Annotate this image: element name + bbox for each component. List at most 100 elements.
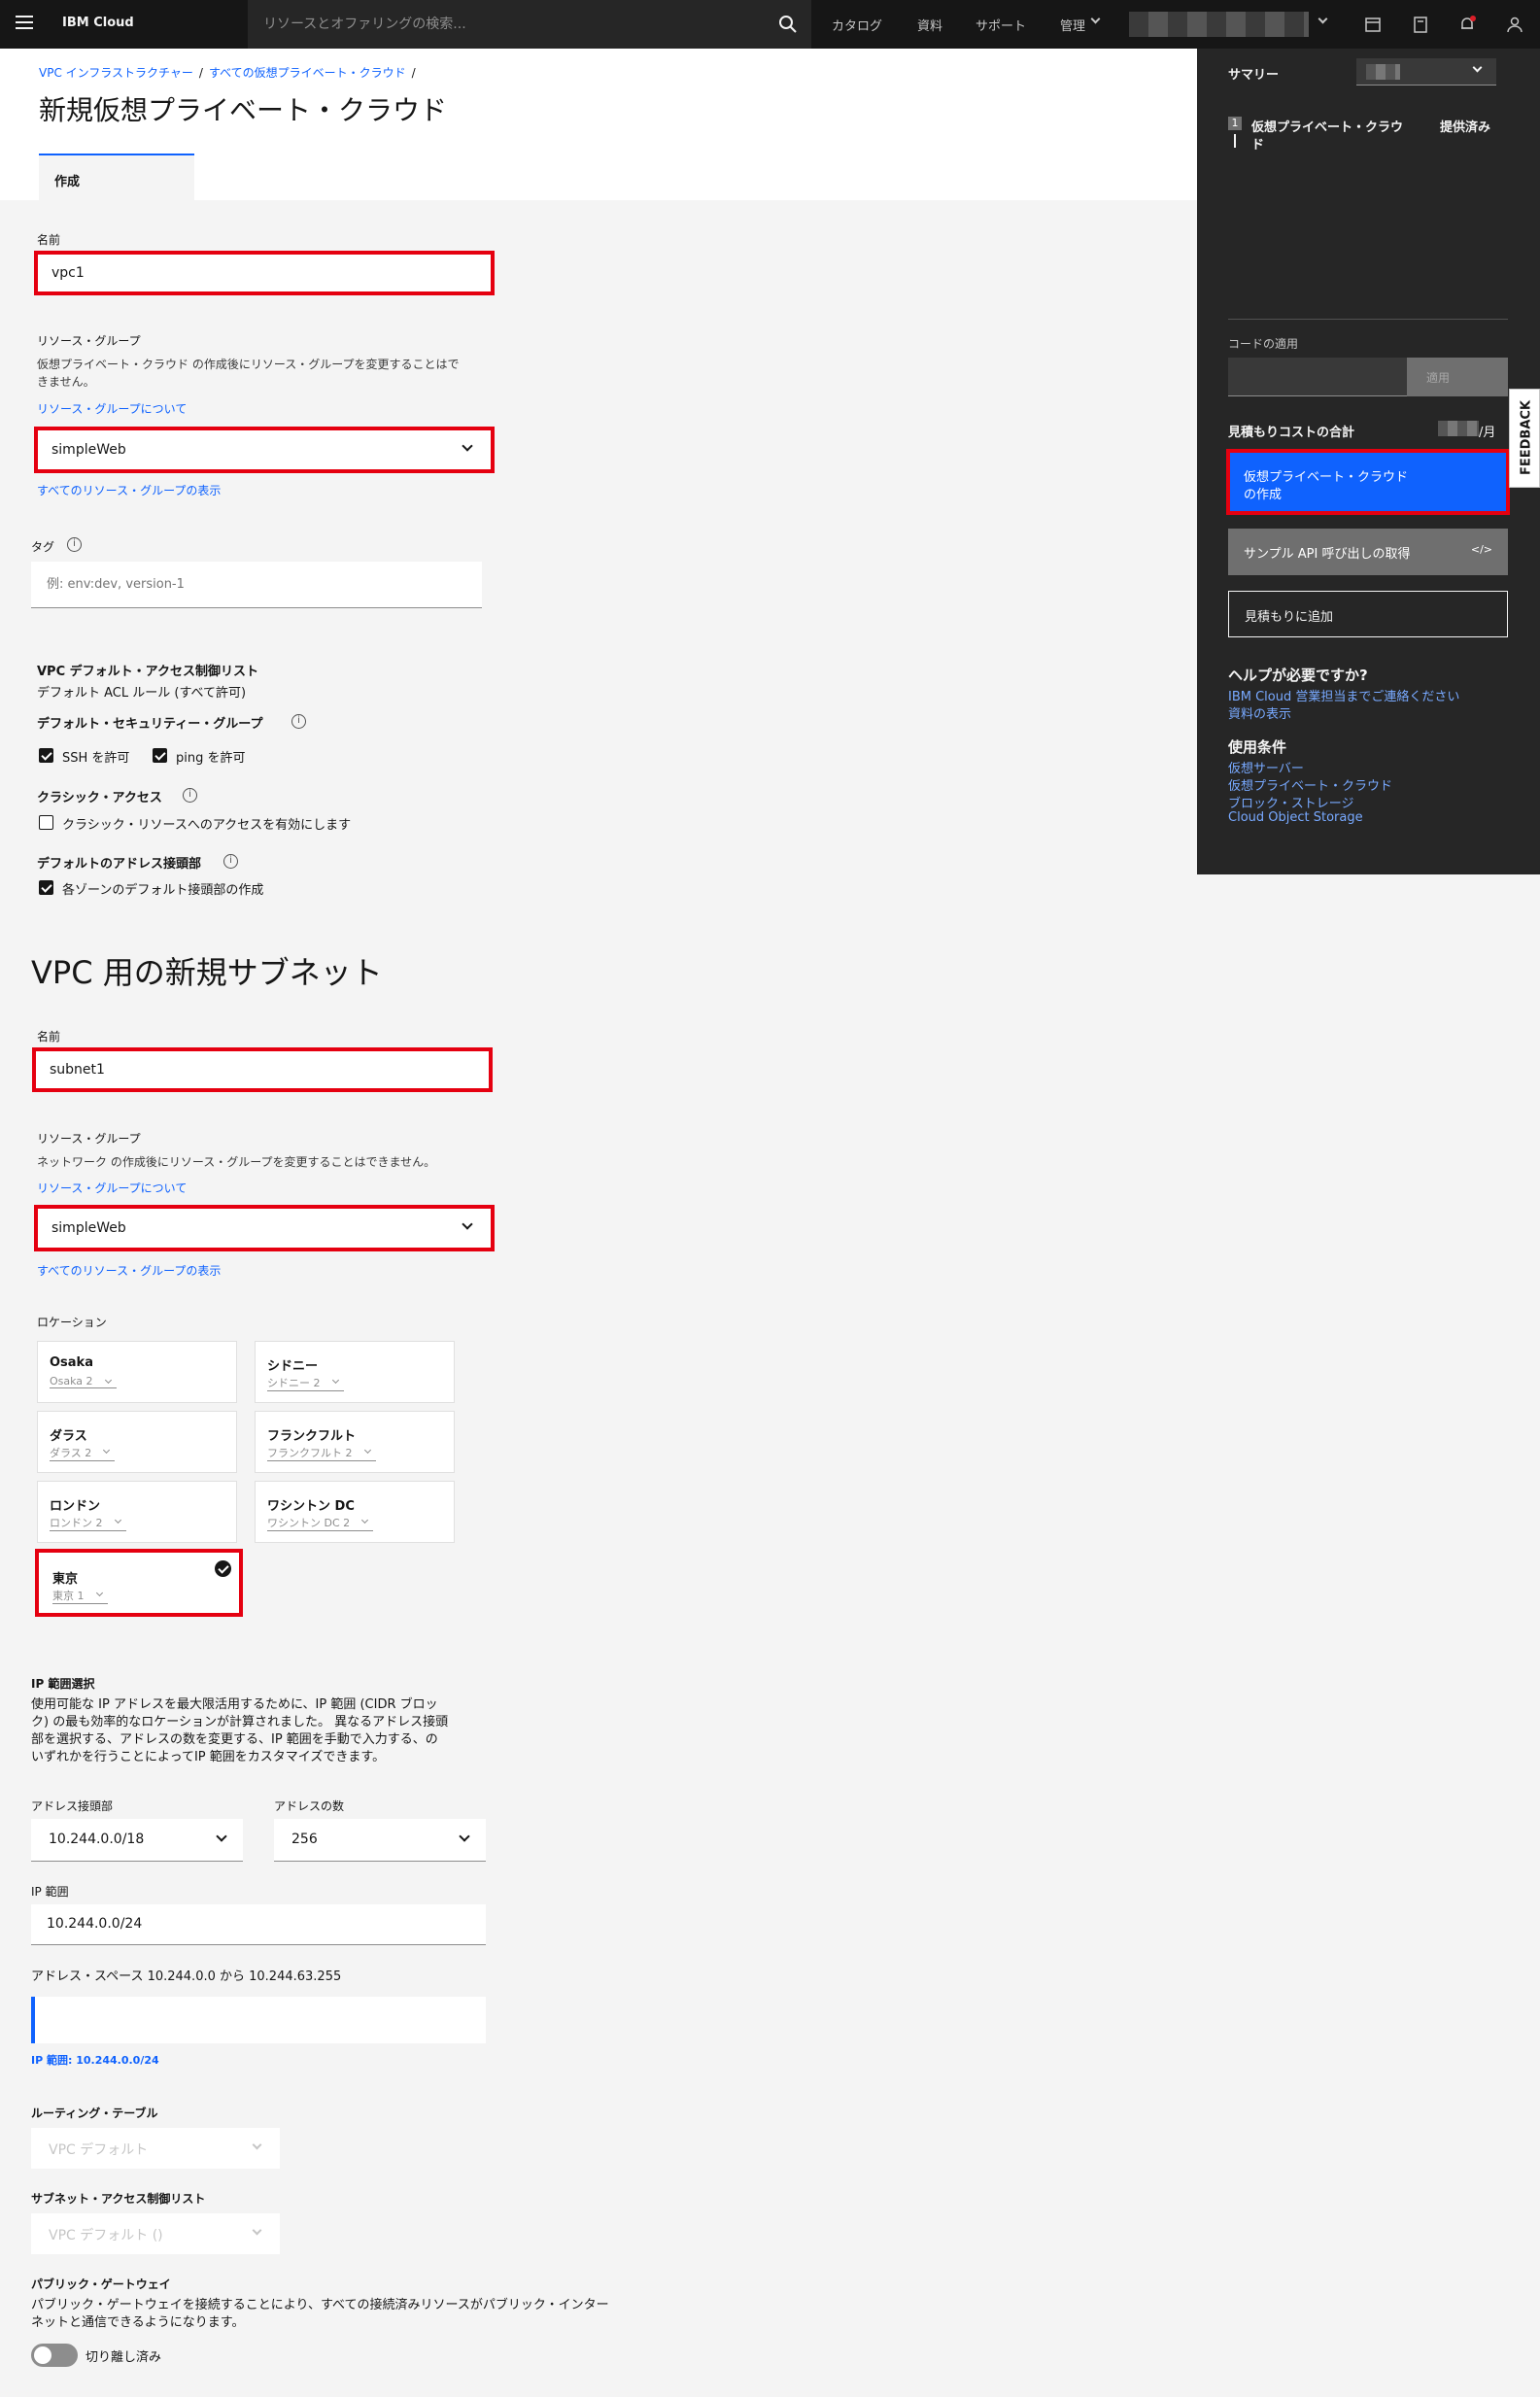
zone-select[interactable]: ダラス 2 <box>50 1445 116 1461</box>
summary-title: サマリー <box>1228 68 1280 83</box>
brand-logo[interactable]: IBM Cloud <box>62 16 134 30</box>
default-prefix-checkbox[interactable] <box>39 880 53 895</box>
zone-select[interactable]: ワシントン DC 2 <box>267 1515 374 1531</box>
zone-select[interactable]: 東京 1 <box>52 1588 108 1604</box>
tag-input[interactable] <box>31 562 482 608</box>
info-icon[interactable]: i <box>183 788 197 803</box>
location-tile-dallas[interactable]: ダラス ダラス 2 <box>37 1411 237 1473</box>
zone-select[interactable]: ロンドン 2 <box>50 1515 126 1531</box>
subnet-rg-about-link[interactable]: リソース・グループについて <box>37 1180 187 1196</box>
vpc-rg-select[interactable]: simpleWeb <box>34 427 495 473</box>
subnet-acl-select[interactable]: VPC デフォルト () <box>31 2213 280 2254</box>
terms-link-virtual-server[interactable]: 仮想サーバー <box>1228 758 1304 776</box>
subnet-rg-show-all-link[interactable]: すべてのリソース・グループの表示 <box>37 1262 221 1279</box>
add-to-estimate-button[interactable]: 見積もりに追加 <box>1228 591 1508 637</box>
zone-select[interactable]: フランクフルト 2 <box>267 1445 376 1461</box>
terms-link-cos[interactable]: Cloud Object Storage <box>1228 810 1363 825</box>
dropdown-value <box>1366 64 1400 80</box>
zone-select[interactable]: シドニー 2 <box>267 1375 344 1391</box>
chevron-down-icon[interactable] <box>1318 14 1328 24</box>
chevron-down-icon <box>1472 62 1483 73</box>
terms-link-vpc[interactable]: 仮想プライベート・クラウド <box>1228 775 1392 794</box>
subnet-heading: VPC 用の新規サブネット <box>31 954 383 991</box>
breadcrumb-vpc-infra[interactable]: VPC インフラストラクチャー <box>39 66 193 80</box>
summary-item-name-2: ド <box>1251 138 1265 153</box>
item-count-badge: 1 <box>1228 117 1242 130</box>
vpc-rg-about-link[interactable]: リソース・グループについて <box>37 400 187 417</box>
public-gateway-helper-2: ネットと通信できるようになります。 <box>31 2315 245 2330</box>
subnet-name-label: 名前 <box>37 1030 61 1044</box>
routing-table-select[interactable]: VPC デフォルト <box>31 2128 280 2169</box>
user-icon[interactable] <box>1504 14 1525 35</box>
terms-link-block-storage[interactable]: ブロック・ストレージ <box>1228 793 1353 811</box>
location-tile-london[interactable]: ロンドン ロンドン 2 <box>37 1481 237 1543</box>
info-icon[interactable]: i <box>291 714 306 729</box>
address-count-value: 256 <box>291 1832 318 1847</box>
public-gateway-helper-1: パブリック・ゲートウェイを接続することにより、すべての接続済みリソースがパブリッ… <box>31 2298 609 2312</box>
sidebar-divider <box>1228 319 1508 320</box>
summary-item-status: 提供済み <box>1440 120 1491 135</box>
ip-range-input[interactable]: 10.244.0.0/24 <box>31 1904 486 1945</box>
location-tile-tokyo[interactable]: 東京 東京 1 <box>35 1549 243 1617</box>
public-gateway-toggle[interactable] <box>31 2344 78 2367</box>
ip-range-label: IP 範囲 <box>31 1885 69 1899</box>
promo-code-input[interactable] <box>1228 358 1407 396</box>
checkmark-icon <box>215 1560 231 1577</box>
ping-checkbox[interactable] <box>153 748 167 763</box>
location-name: ロンドン <box>50 1499 101 1514</box>
location-name: Osaka <box>50 1355 93 1370</box>
calendar-icon[interactable] <box>1362 14 1384 35</box>
ssh-checkbox-label: SSH を許可 <box>62 751 130 766</box>
get-sample-api-button[interactable]: サンプル API 呼び出しの取得 </> <box>1228 529 1508 575</box>
vpc-rg-show-all-link[interactable]: すべてのリソース・グループの表示 <box>37 482 221 498</box>
ip-helper-4: いずれかを行うことによってIP 範囲をカスタマイズできます。 <box>31 1750 386 1764</box>
location-tile-frankfurt[interactable]: フランクフルト フランクフルト 2 <box>255 1411 455 1473</box>
summary-sidebar: サマリー 1 仮想プライベート・クラウ ド 提供済み コードの適用 適用 見積も… <box>1197 49 1540 874</box>
zone-select[interactable]: Osaka 2 <box>50 1375 117 1388</box>
nav-manage[interactable]: 管理 <box>1060 16 1085 34</box>
search-icon[interactable] <box>777 14 799 35</box>
chevron-down-icon <box>462 440 473 452</box>
cost-estimator-icon[interactable] <box>1410 14 1431 35</box>
create-vpc-button[interactable]: 仮想プライベート・クラウド の作成 <box>1226 449 1510 515</box>
chevron-down-icon <box>216 1831 227 1842</box>
apply-button[interactable]: 適用 <box>1407 358 1508 396</box>
apply-button-label: 適用 <box>1426 371 1451 385</box>
vpc-rg-helper: 仮想プライベート・クラウド の作成後にリソース・グループを変更することはで <box>37 358 460 371</box>
location-tile-osaka[interactable]: Osaka Osaka 2 <box>37 1341 237 1403</box>
nav-support[interactable]: サポート <box>975 16 1026 34</box>
ssh-checkbox[interactable] <box>39 748 53 763</box>
subnet-rg-select[interactable]: simpleWeb <box>34 1205 495 1251</box>
chevron-down-icon <box>1090 14 1101 24</box>
notification-icon[interactable] <box>1456 14 1478 35</box>
default-prefix-checkbox-label: 各ゾーンのデフォルト接頭部の作成 <box>62 883 264 898</box>
feedback-tab[interactable]: FEEDBACK <box>1509 389 1540 488</box>
info-icon[interactable]: i <box>67 537 82 552</box>
subnet-acl-label: サブネット・アクセス制御リスト <box>31 2192 206 2206</box>
ping-checkbox-label: ping を許可 <box>176 751 246 766</box>
subnet-name-input[interactable]: subnet1 <box>32 1047 493 1092</box>
vpc-name-input[interactable]: vpc1 <box>34 251 495 295</box>
get-sample-api-button-label: サンプル API 呼び出しの取得 <box>1244 547 1411 562</box>
location-tile-washington[interactable]: ワシントン DC ワシントン DC 2 <box>255 1481 455 1543</box>
public-gateway-label: パブリック・ゲートウェイ <box>31 2277 171 2291</box>
account-switcher[interactable] <box>1129 12 1309 37</box>
breadcrumb-separator: / <box>411 66 416 80</box>
view-docs-link[interactable]: 資料の表示 <box>1228 703 1291 722</box>
ip-helper-3: 部を選択する、アドレスの数を変更する、IP 範囲を手動で入力する、の <box>31 1732 438 1747</box>
region-dropdown[interactable] <box>1356 58 1496 86</box>
subnet-name-value: subnet1 <box>50 1062 105 1078</box>
address-count-select[interactable]: 256 <box>274 1819 486 1862</box>
menu-icon[interactable] <box>16 16 33 29</box>
search-input[interactable] <box>248 0 811 49</box>
tab-create[interactable]: 作成 <box>39 154 194 200</box>
address-prefix-select[interactable]: 10.244.0.0/18 <box>31 1819 243 1862</box>
info-icon[interactable]: i <box>223 854 238 869</box>
nav-catalog[interactable]: カタログ <box>832 16 882 34</box>
breadcrumb-all-vpc[interactable]: すべての仮想プライベート・クラウド <box>209 66 406 80</box>
contact-sales-link[interactable]: IBM Cloud 営業担当までご連絡ください <box>1228 686 1459 704</box>
location-tile-sydney[interactable]: シドニー シドニー 2 <box>255 1341 455 1403</box>
nav-docs[interactable]: 資料 <box>917 16 942 34</box>
routing-table-label: ルーティング・テーブル <box>31 2106 158 2120</box>
classic-access-checkbox[interactable] <box>39 815 53 830</box>
